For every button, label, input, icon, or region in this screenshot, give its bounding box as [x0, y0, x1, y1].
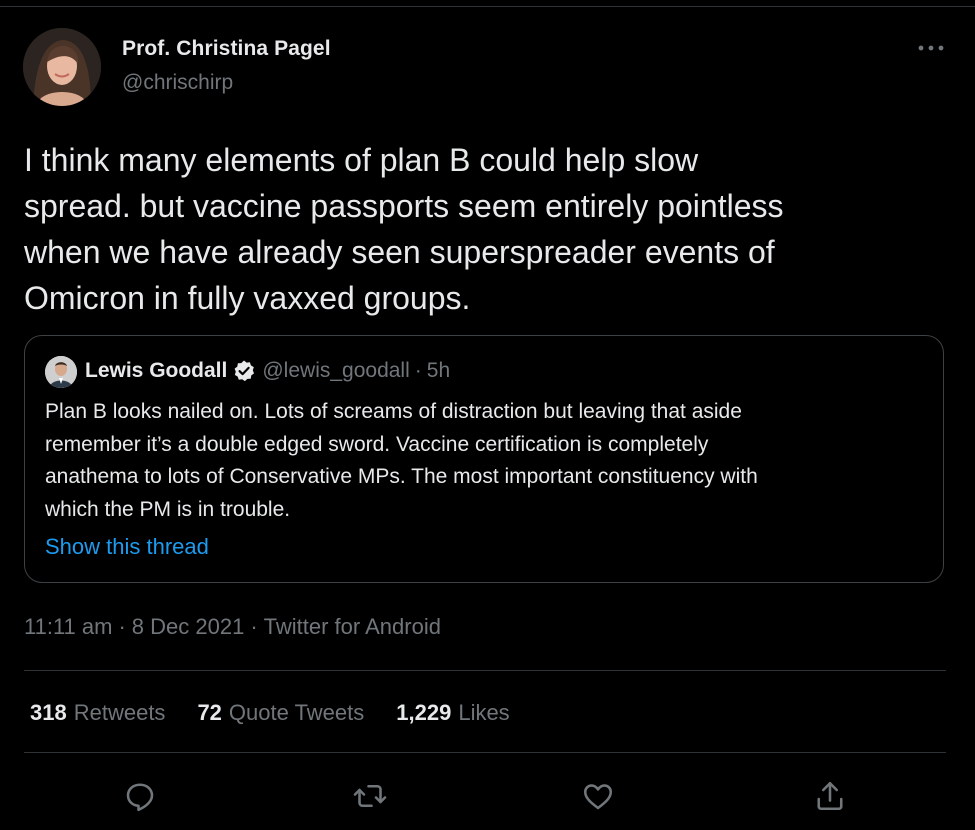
likes-label: Likes: [458, 700, 510, 725]
author-handle[interactable]: @chrischirp: [122, 71, 233, 95]
more-horizontal-icon[interactable]: [916, 38, 946, 58]
quoted-tweet-text: Plan B looks nailed on. Lots of screams …: [45, 400, 758, 521]
divider: [24, 670, 946, 671]
divider: [24, 752, 946, 753]
quoted-tweet-header: Lewis Goodall @lewis_goodall · 5h: [85, 359, 450, 383]
tweet-metadata: 11:11 am · 8 Dec 2021 · Twitter for Android: [24, 614, 441, 640]
quote-tweets-label: Quote Tweets: [228, 700, 365, 725]
likes-count: 1,229: [396, 700, 452, 725]
meta-separator: ·: [250, 614, 258, 639]
quoted-tweet-card[interactable]: Lewis Goodall @lewis_goodall · 5h Plan B…: [24, 335, 944, 583]
show-thread-link[interactable]: Show this thread: [45, 534, 209, 560]
retweets-label: Retweets: [73, 700, 166, 725]
reply-icon[interactable]: [122, 778, 162, 818]
quoted-separator: ·: [414, 359, 422, 382]
quoted-timestamp: 5h: [426, 359, 451, 382]
quoted-author-name: Lewis Goodall: [85, 359, 228, 382]
retweets-count: 318: [30, 700, 67, 725]
engagement-stats: 318 Retweets 72 Quote Tweets 1,229 Likes: [30, 700, 510, 726]
meta-separator: ·: [118, 614, 126, 639]
tweet-time[interactable]: 11:11 am: [24, 614, 112, 639]
retweets-stat[interactable]: 318 Retweets: [30, 700, 165, 726]
author-avatar[interactable]: [23, 28, 101, 106]
tweet-actions: [0, 778, 975, 818]
retweet-icon[interactable]: [352, 778, 392, 818]
tweet-date[interactable]: 8 Dec 2021: [132, 614, 245, 639]
tweet-source[interactable]: Twitter for Android: [264, 614, 441, 639]
quoted-author-handle: @lewis_goodall: [262, 359, 410, 382]
quoted-author-avatar: [45, 356, 77, 388]
quote-tweets-stat[interactable]: 72 Quote Tweets: [197, 700, 364, 726]
author-name[interactable]: Prof. Christina Pagel: [122, 37, 331, 61]
tweet-text: I think many elements of plan B could he…: [24, 142, 784, 316]
verified-badge-icon: [232, 359, 256, 383]
quote-tweets-count: 72: [197, 700, 222, 725]
likes-stat[interactable]: 1,229 Likes: [396, 700, 509, 726]
share-icon[interactable]: [812, 778, 852, 818]
tweet: Prof. Christina Pagel @chrischirp I thin…: [0, 0, 975, 830]
heart-icon[interactable]: [580, 778, 620, 818]
